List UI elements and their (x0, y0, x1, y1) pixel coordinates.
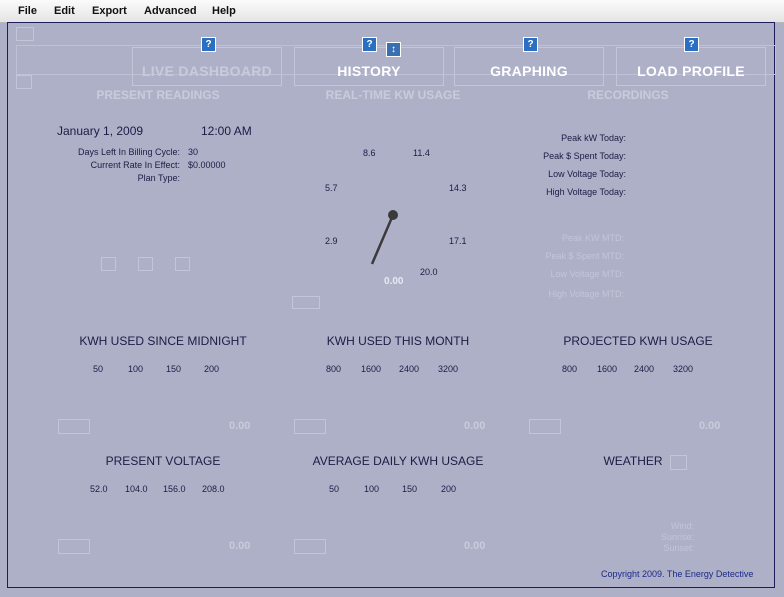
weather-wind: Wind: (670, 521, 694, 531)
ghost-box (16, 75, 32, 89)
scale-label: 3200 (673, 364, 694, 374)
help-icon[interactable]: ? (201, 37, 216, 52)
present-time: 12:00 AM (201, 124, 252, 138)
scale-label: 150 (402, 484, 418, 494)
realtime-usage-title: REAL-TIME KW USAGE (325, 88, 461, 102)
days-left-value: 30 (188, 147, 199, 157)
kwh-since-midnight-value: 0.00 (229, 420, 251, 432)
ghost-box (138, 257, 153, 271)
scale-label: 1600 (361, 364, 382, 374)
help-icon[interactable]: ? (362, 37, 377, 52)
avg-daily-kwh-value: 0.00 (464, 540, 486, 552)
scale-label: 156.0 (163, 484, 186, 494)
tab-live-dashboard-label: LIVE DASHBOARD (141, 63, 273, 79)
ghost-box (292, 296, 320, 309)
gauge-value: 0.00 (384, 276, 404, 287)
present-date: January 1, 2009 (57, 124, 144, 138)
scale-label: 100 (128, 364, 144, 374)
scale-label: 200 (204, 364, 220, 374)
ghost-box (294, 539, 326, 554)
ghost-box (58, 419, 90, 434)
kwh-this-month-value: 0.00 (464, 420, 486, 432)
gauge-needle (370, 210, 398, 265)
scale-label: 100 (364, 484, 380, 494)
kwh-this-month-title: KWH USED THIS MONTH (326, 334, 470, 348)
projected-kwh-value: 0.00 (699, 420, 721, 432)
low-voltage-today: Low Voltage Today: (548, 169, 626, 179)
menu-file[interactable]: File (18, 5, 37, 17)
kwh-since-midnight-title: KWH USED SINCE MIDNIGHT (79, 334, 247, 348)
current-rate-value: $0.00000 (188, 160, 226, 170)
gauge-tick: 5.7 (325, 183, 338, 193)
ghost-box (58, 539, 90, 554)
scale-label: 150 (166, 364, 182, 374)
peak-spent-mtd: Peak $ Spent MTD: (545, 251, 624, 261)
scale-label: 200 (441, 484, 457, 494)
scale-label: 1600 (597, 364, 618, 374)
help-icon[interactable]: ? (684, 37, 699, 52)
menu-bar: File Edit Export Advanced Help (0, 0, 784, 23)
scale-label: 50 (329, 484, 340, 494)
weather-sunrise: Sunrise: (660, 532, 694, 542)
ghost-box (101, 257, 116, 271)
peak-spent-today: Peak $ Spent Today: (543, 151, 626, 161)
dashboard-frame: LIVE DASHBOARD ? HISTORY ? ↕ GRAPHING ? … (7, 22, 776, 588)
weather-sunset: Sunset: (663, 543, 694, 553)
scale-label: 2400 (399, 364, 420, 374)
tab-load-profile[interactable]: LOAD PROFILE (616, 47, 766, 86)
gauge-tick: 20.0 (420, 267, 438, 277)
tab-load-profile-label: LOAD PROFILE (637, 63, 745, 79)
high-voltage-today: High Voltage Today: (546, 187, 626, 197)
scale-label: 52.0 (90, 484, 108, 494)
peak-kw-today: Peak kW Today: (561, 133, 626, 143)
avg-daily-kwh-title: AVERAGE DAILY KWH USAGE (312, 454, 484, 468)
low-voltage-mtd: Low Voltage MTD: (550, 269, 624, 279)
menu-advanced[interactable]: Advanced (144, 5, 197, 17)
recordings-title: RECORDINGS (587, 88, 669, 102)
projected-kwh-title: PROJECTED KWH USAGE (563, 334, 713, 348)
gauge-hub-icon (388, 210, 398, 220)
high-voltage-mtd: High Voltage MTD: (548, 289, 624, 299)
present-voltage-title: PRESENT VOLTAGE (105, 454, 221, 468)
gauge-tick: 11.4 (413, 148, 430, 158)
tab-live-dashboard[interactable]: LIVE DASHBOARD (132, 47, 282, 86)
gauge-tick: 17.1 (449, 236, 467, 246)
days-left-label: Days Left In Billing Cycle: (77, 147, 180, 157)
present-readings-title: PRESENT READINGS (96, 88, 220, 102)
scale-label: 800 (562, 364, 578, 374)
scale-label: 800 (326, 364, 342, 374)
ghost-box (670, 455, 687, 470)
tab-history[interactable]: HISTORY (294, 47, 444, 86)
gauge-tick: 8.6 (363, 148, 376, 158)
scale-label: 2400 (634, 364, 655, 374)
tab-history-label: HISTORY (337, 63, 401, 79)
gauge-tick: 2.9 (325, 236, 338, 246)
present-voltage-value: 0.00 (229, 540, 251, 552)
menu-export[interactable]: Export (92, 5, 127, 17)
scale-label: 208.0 (202, 484, 225, 494)
current-rate-label: Current Rate In Effect: (90, 160, 180, 170)
tab-graphing[interactable]: GRAPHING (454, 47, 604, 86)
scale-label: 3200 (438, 364, 459, 374)
tab-graphing-label: GRAPHING (490, 63, 568, 79)
scale-label: 50 (93, 364, 104, 374)
peak-kw-mtd: Peak KW MTD: (561, 233, 624, 243)
ghost-box (294, 419, 326, 434)
menu-edit[interactable]: Edit (54, 5, 75, 17)
gauge-tick: 14.3 (449, 183, 467, 193)
weather-title: WEATHER (603, 454, 663, 468)
menu-help[interactable]: Help (212, 5, 236, 17)
ghost-box (529, 419, 561, 434)
ghost-box (175, 257, 190, 271)
cursor-hand-icon: ↕ (386, 42, 401, 57)
ghost-box (16, 27, 34, 41)
scale-label: 104.0 (125, 484, 148, 494)
copyright-text: Copyright 2009. The Energy Detective (601, 569, 754, 579)
plan-type-label: Plan Type: (137, 173, 180, 183)
help-icon[interactable]: ? (523, 37, 538, 52)
